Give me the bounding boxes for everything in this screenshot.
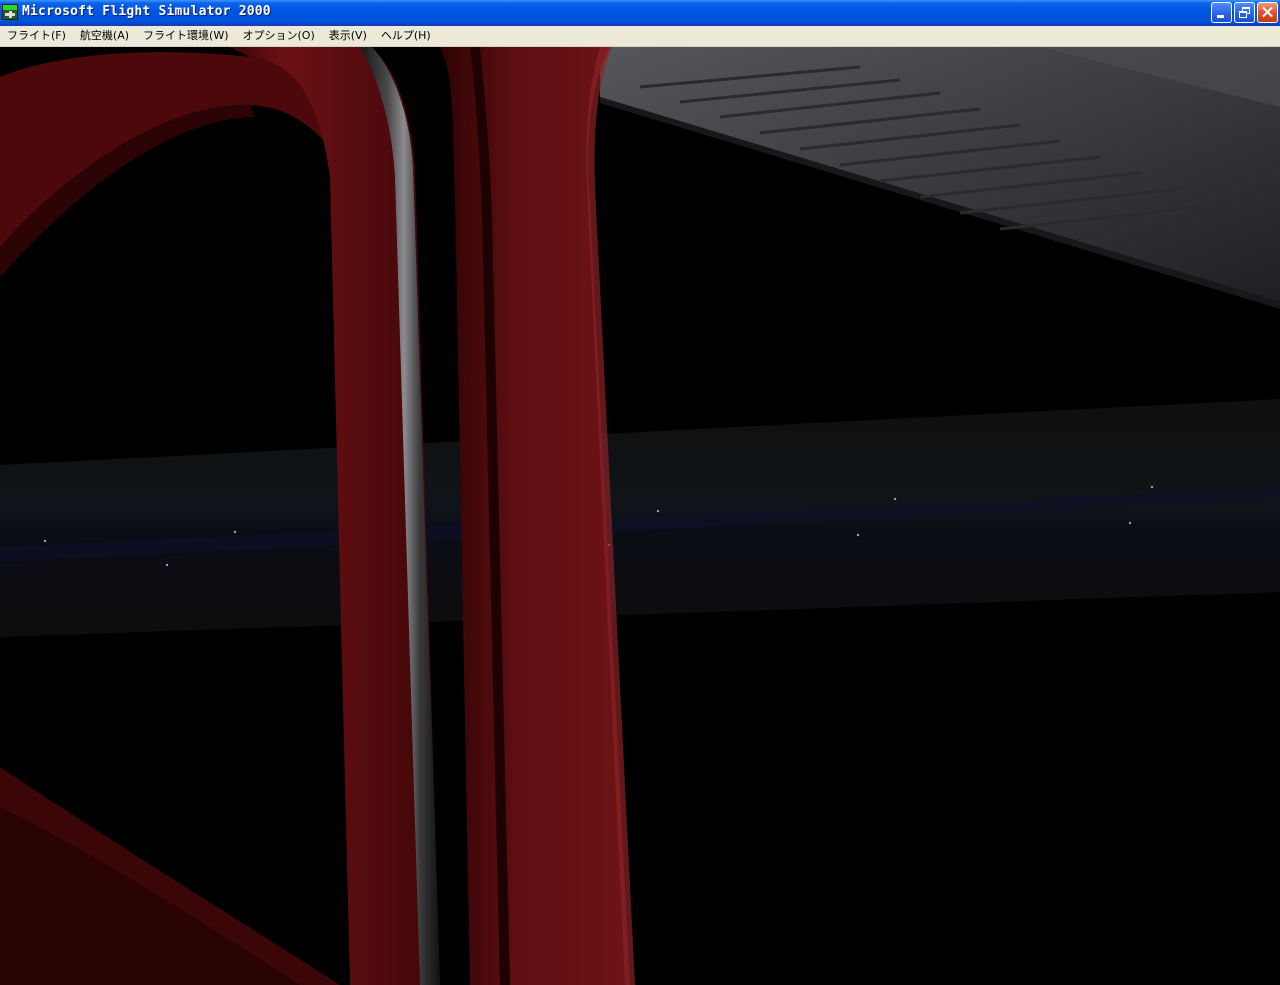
window-title: Microsoft Flight Simulator 2000 <box>22 4 271 19</box>
menu-view[interactable]: 表示(V) <box>322 26 374 46</box>
simulator-viewport[interactable] <box>0 47 1280 985</box>
menu-options[interactable]: オプション(O) <box>236 26 322 46</box>
menu-flight[interactable]: フライト(F) <box>0 26 73 46</box>
menu-bar: フライト(F) 航空機(A) フライト環境(W) オプション(O) 表示(V) … <box>0 26 1280 47</box>
close-icon <box>1258 3 1277 22</box>
restore-button[interactable] <box>1234 2 1255 23</box>
cockpit-scene <box>0 47 1280 985</box>
close-button[interactable] <box>1257 2 1278 23</box>
menu-help[interactable]: ヘルプ(H) <box>374 26 438 46</box>
title-bar[interactable]: Microsoft Flight Simulator 2000 <box>0 0 1280 26</box>
menu-world[interactable]: フライト環境(W) <box>136 26 235 46</box>
minimize-icon <box>1217 15 1224 18</box>
minimize-button[interactable] <box>1211 2 1232 23</box>
app-icon[interactable] <box>2 4 18 20</box>
menu-aircraft[interactable]: 航空機(A) <box>73 26 136 46</box>
